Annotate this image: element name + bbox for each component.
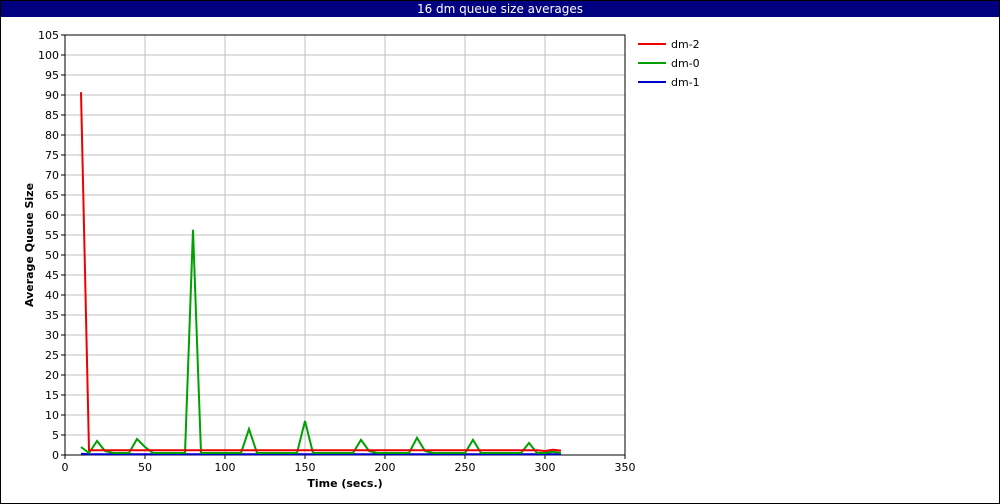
legend-label: dm-0 xyxy=(671,57,700,70)
y-tick-label: 90 xyxy=(45,89,59,102)
y-tick-label: 65 xyxy=(45,189,59,202)
y-tick-label: 50 xyxy=(45,249,59,262)
y-tick-label: 25 xyxy=(45,349,59,362)
x-tick-label: 200 xyxy=(375,461,396,474)
x-tick-label: 50 xyxy=(138,461,152,474)
legend-label: dm-2 xyxy=(671,38,700,51)
plot-area-border xyxy=(64,34,626,456)
series-line-dm-2 xyxy=(80,92,562,453)
y-tick-label: 35 xyxy=(45,309,59,322)
x-tick-label: 250 xyxy=(455,461,476,474)
y-tick-label: 30 xyxy=(45,329,59,342)
y-tick-label: 60 xyxy=(45,209,59,222)
y-tick-label: 100 xyxy=(38,49,59,62)
y-tick-label: 55 xyxy=(45,229,59,242)
grid-lines xyxy=(65,35,625,455)
y-tick-label: 0 xyxy=(52,449,59,462)
y-tick-label: 20 xyxy=(45,369,59,382)
x-tick-label: 350 xyxy=(615,461,636,474)
series-line-dm-0 xyxy=(80,229,562,455)
x-tick-label: 150 xyxy=(295,461,316,474)
x-axis-ticks: 0 50 100 150 200 250 300 350 xyxy=(62,455,636,474)
y-tick-label: 15 xyxy=(45,389,59,402)
legend-label: dm-1 xyxy=(671,76,700,89)
y-tick-label: 95 xyxy=(45,69,59,82)
y-tick-label: 45 xyxy=(45,269,59,282)
y-tick-label: 5 xyxy=(52,429,59,442)
series-lines xyxy=(80,92,562,456)
y-tick-label: 10 xyxy=(45,409,59,422)
y-tick-label: 80 xyxy=(45,129,59,142)
queue-size-chart: 0 5 10 15 20 25 30 35 40 45 50 55 60 65 70 75 80 85 90 95 10… xyxy=(23,29,700,490)
y-axis-label: Average Queue Size xyxy=(23,183,36,307)
x-axis-label: Time (secs.) xyxy=(307,477,382,490)
y-tick-label: 105 xyxy=(38,29,59,42)
y-tick-label: 85 xyxy=(45,109,59,122)
y-tick-label: 40 xyxy=(45,289,59,302)
y-axis-ticks: 0 5 10 15 20 25 30 35 40 45 50 55 60 65 70 75 80 85 90 95 10… xyxy=(38,29,65,462)
legend: dm-2 dm-0 dm-1 xyxy=(638,38,700,89)
y-tick-label: 70 xyxy=(45,169,59,182)
x-tick-label: 300 xyxy=(535,461,556,474)
x-tick-label: 0 xyxy=(62,461,69,474)
y-tick-label: 75 xyxy=(45,149,59,162)
x-tick-label: 100 xyxy=(215,461,236,474)
